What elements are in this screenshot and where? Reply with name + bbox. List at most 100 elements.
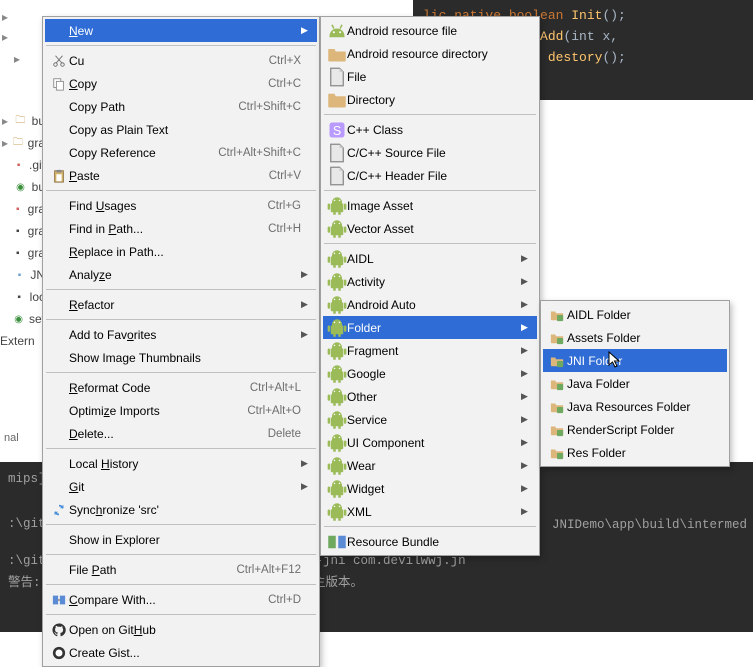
gradle-icon: ◉ — [12, 311, 25, 327]
menu-separator — [46, 554, 316, 555]
menu-item-label: Analyze — [69, 268, 301, 282]
menu-item-label: Replace in Path... — [69, 245, 301, 259]
menu-separator — [324, 243, 536, 244]
menu-separator — [46, 614, 316, 615]
ctx-copy-reference[interactable]: Copy Reference Ctrl+Alt+Shift+C — [45, 141, 317, 164]
new-resource-bundle[interactable]: Resource Bundle — [323, 530, 537, 553]
ctx-show-in-explorer[interactable]: Show in Explorer — [45, 528, 317, 551]
ctx-show-image-thumbnails[interactable]: Show Image Thumbnails — [45, 346, 317, 369]
new-other[interactable]: Other ▶ — [323, 385, 537, 408]
menu-item-label: Delete... — [69, 427, 256, 441]
ctx-new[interactable]: New ▶ — [45, 19, 317, 42]
submenu-arrow-icon: ▶ — [301, 25, 311, 36]
menu-item-label: Android resource directory — [347, 47, 521, 61]
new-widget[interactable]: Widget ▶ — [323, 477, 537, 500]
android-icon — [327, 221, 347, 237]
ctx-reformat-code[interactable]: Reformat Code Ctrl+Alt+L — [45, 376, 317, 399]
ctx-copy-path[interactable]: Copy Path Ctrl+Shift+C — [45, 95, 317, 118]
new-google[interactable]: Google ▶ — [323, 362, 537, 385]
ctx-analyze[interactable]: Analyze ▶ — [45, 263, 317, 286]
folder-assets-folder[interactable]: Assets Folder — [543, 326, 727, 349]
android-icon — [327, 366, 347, 382]
android-icon — [327, 481, 347, 497]
new-aidl[interactable]: AIDL ▶ — [323, 247, 537, 270]
shortcut-label: Ctrl+H — [256, 223, 301, 235]
ctx-synchronize-src[interactable]: Synchronize 'src' — [45, 498, 317, 521]
new-directory[interactable]: Directory — [323, 88, 537, 111]
menu-item-label: Directory — [347, 93, 521, 107]
menu-item-label: Open on GitHub — [69, 623, 301, 637]
ctx-add-to-favorites[interactable]: Add to Favorites ▶ — [45, 323, 317, 346]
new-xml[interactable]: XML ▶ — [323, 500, 537, 523]
new-c-c-header-file[interactable]: C/C++ Header File — [323, 164, 537, 187]
menu-item-label: XML — [347, 505, 521, 519]
paste-icon — [49, 168, 69, 184]
submenu-arrow-icon: ▶ — [521, 253, 531, 264]
folder-sm-icon — [547, 307, 567, 323]
new-android-auto[interactable]: Android Auto ▶ — [323, 293, 537, 316]
new-android-resource-directory[interactable]: Android resource directory — [323, 42, 537, 65]
new-c-c-source-file[interactable]: C/C++ Source File — [323, 141, 537, 164]
shortcut-label: Ctrl+D — [256, 594, 301, 606]
new-vector-asset[interactable]: Vector Asset — [323, 217, 537, 240]
gradle-icon: ◉ — [13, 179, 27, 195]
compare-icon — [49, 592, 69, 608]
menu-separator — [46, 448, 316, 449]
ctx-open-on-github[interactable]: Open on GitHub — [45, 618, 317, 641]
ctx-find-usages[interactable]: Find Usages Ctrl+G — [45, 194, 317, 217]
scissors-icon — [49, 53, 69, 69]
new-c-class[interactable]: S C++ Class — [323, 118, 537, 141]
menu-separator — [46, 45, 316, 46]
new-file[interactable]: File — [323, 65, 537, 88]
menu-item-label: Optimize Imports — [69, 404, 235, 418]
folder-sm-icon — [547, 353, 567, 369]
menu-item-label: Image Asset — [347, 199, 521, 213]
submenu-arrow-icon: ▶ — [521, 322, 531, 333]
file-icon — [327, 69, 347, 85]
android-icon — [327, 198, 347, 214]
new-image-asset[interactable]: Image Asset — [323, 194, 537, 217]
menu-separator — [324, 190, 536, 191]
new-android-resource-file[interactable]: Android resource file — [323, 19, 537, 42]
folder-icon: 🗀 — [13, 113, 27, 129]
folder-icon — [327, 46, 347, 62]
menu-item-label: AIDL — [347, 252, 521, 266]
ctx-create-gist[interactable]: Create Gist... — [45, 641, 317, 664]
menu-separator — [46, 584, 316, 585]
file-icon — [327, 145, 347, 161]
ctx-find-in-path[interactable]: Find in Path... Ctrl+H — [45, 217, 317, 240]
menu-item-label: Copy — [69, 77, 256, 91]
ctx-local-history[interactable]: Local History ▶ — [45, 452, 317, 475]
ctx-replace-in-path[interactable]: Replace in Path... — [45, 240, 317, 263]
ctx-cut[interactable]: Cu Ctrl+X — [45, 49, 317, 72]
new-activity[interactable]: Activity ▶ — [323, 270, 537, 293]
folder-jni-folder[interactable]: JNI Folder — [543, 349, 727, 372]
submenu-arrow-icon: ▶ — [301, 299, 311, 310]
ctx-copy-as-plain-text[interactable]: Copy as Plain Text — [45, 118, 317, 141]
new-service[interactable]: Service ▶ — [323, 408, 537, 431]
menu-item-label: Android resource file — [347, 24, 521, 38]
folder-java-resources-folder[interactable]: Java Resources Folder — [543, 395, 727, 418]
menu-item-label: Google — [347, 367, 521, 381]
ctx-file-path[interactable]: File Path Ctrl+Alt+F12 — [45, 558, 317, 581]
new-folder[interactable]: Folder ▶ — [323, 316, 537, 339]
submenu-arrow-icon: ▶ — [301, 458, 311, 469]
new-ui-component[interactable]: UI Component ▶ — [323, 431, 537, 454]
ctx-copy[interactable]: Copy Ctrl+C — [45, 72, 317, 95]
new-fragment[interactable]: Fragment ▶ — [323, 339, 537, 362]
shortcut-label: Ctrl+G — [255, 200, 301, 212]
menu-separator — [46, 190, 316, 191]
folder-renderscript-folder[interactable]: RenderScript Folder — [543, 418, 727, 441]
folder-java-folder[interactable]: Java Folder — [543, 372, 727, 395]
ctx-compare-with[interactable]: Compare With... Ctrl+D — [45, 588, 317, 611]
menu-item-label: Java Resources Folder — [567, 400, 711, 414]
new-wear[interactable]: Wear ▶ — [323, 454, 537, 477]
menu-item-label: Cu — [69, 54, 257, 68]
ctx-refactor[interactable]: Refactor ▶ — [45, 293, 317, 316]
ctx-delete[interactable]: Delete... Delete — [45, 422, 317, 445]
folder-res-folder[interactable]: Res Folder — [543, 441, 727, 464]
folder-aidl-folder[interactable]: AIDL Folder — [543, 303, 727, 326]
ctx-optimize-imports[interactable]: Optimize Imports Ctrl+Alt+O — [45, 399, 317, 422]
ctx-paste[interactable]: Paste Ctrl+V — [45, 164, 317, 187]
ctx-git[interactable]: Git ▶ — [45, 475, 317, 498]
